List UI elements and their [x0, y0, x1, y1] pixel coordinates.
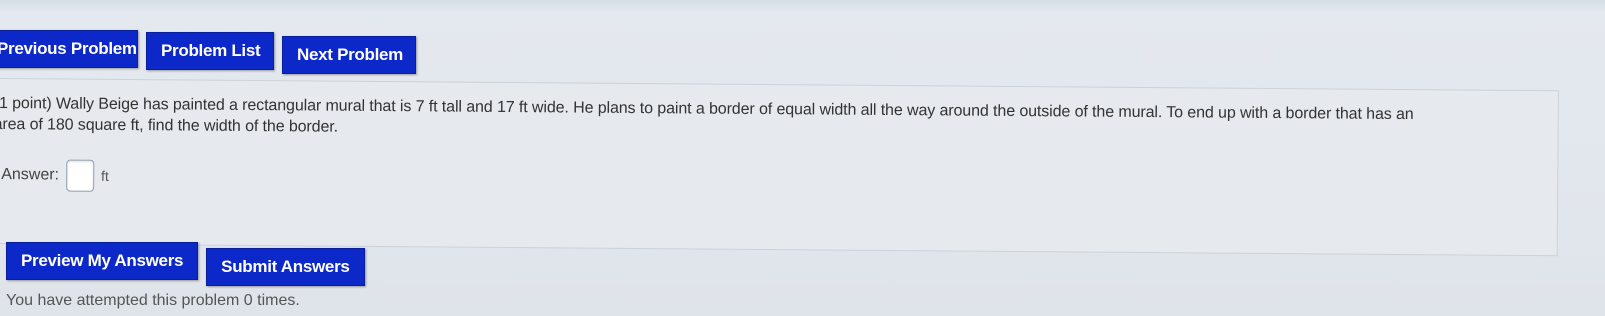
answer-input[interactable] — [65, 159, 95, 192]
preview-answers-button[interactable]: Preview My Answers — [6, 242, 199, 280]
submit-answers-button[interactable]: Submit Answers — [206, 248, 365, 286]
answer-label: Answer: — [1, 166, 60, 184]
page: Previous Problem Problem List Next Probl… — [0, 0, 1605, 316]
problem-panel: (1 point) Wally Beige has painted a rect… — [0, 78, 1559, 257]
next-problem-button[interactable]: Next Problem — [282, 36, 416, 74]
problem-navigation: Previous Problem Problem List Next Probl… — [0, 30, 416, 74]
problem-list-button[interactable]: Problem List — [146, 32, 274, 70]
answer-row: Answer: ft — [1, 159, 109, 192]
problem-statement: (1 point) Wally Beige has painted a rect… — [0, 93, 1534, 147]
page-header-strip — [0, 0, 1605, 12]
attempts-status: You have attempted this problem 0 times. — [6, 292, 300, 309]
answer-unit: ft — [100, 167, 109, 184]
answer-actions: Preview My Answers Submit Answers — [6, 242, 365, 286]
previous-problem-button[interactable]: Previous Problem — [0, 30, 138, 68]
